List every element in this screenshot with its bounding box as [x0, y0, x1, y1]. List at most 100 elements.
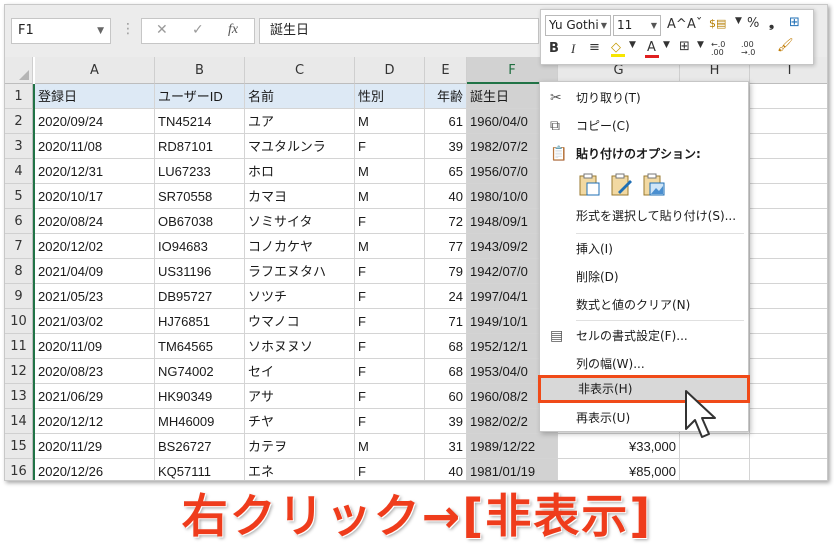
- row-header[interactable]: 7: [5, 234, 33, 259]
- row-header[interactable]: 1: [5, 84, 33, 109]
- currency-format-icon[interactable]: $▤: [709, 17, 726, 30]
- table-cell[interactable]: NG74002: [155, 359, 245, 384]
- header-cell[interactable]: 名前: [245, 84, 355, 109]
- format-painter-icon[interactable]: 🖌: [777, 38, 794, 53]
- table-cell[interactable]: [750, 259, 827, 284]
- table-cell[interactable]: [750, 384, 827, 409]
- menu-item-copy[interactable]: ⧉ コピー(C): [540, 112, 748, 140]
- menu-item-insert[interactable]: 挿入(I): [540, 235, 748, 263]
- row-header[interactable]: 2: [5, 109, 33, 134]
- table-cell[interactable]: MH46009: [155, 409, 245, 434]
- table-cell[interactable]: 65: [425, 159, 467, 184]
- table-cell[interactable]: 40: [425, 459, 467, 480]
- table-cell[interactable]: OB67038: [155, 209, 245, 234]
- table-cell[interactable]: [750, 159, 827, 184]
- row-header[interactable]: 12: [5, 359, 33, 384]
- table-cell[interactable]: F: [355, 284, 425, 309]
- table-cell[interactable]: [750, 409, 827, 434]
- table-cell[interactable]: [750, 109, 827, 134]
- table-cell[interactable]: セイ: [245, 359, 355, 384]
- chevron-down-icon[interactable]: ▼: [97, 19, 104, 43]
- percent-icon[interactable]: %: [747, 16, 759, 31]
- table-cell[interactable]: F: [355, 384, 425, 409]
- insert-function-icon[interactable]: fx: [228, 22, 238, 38]
- table-cell[interactable]: F: [355, 459, 425, 480]
- table-cell[interactable]: エネ: [245, 459, 355, 480]
- row-header[interactable]: 13: [5, 384, 33, 409]
- table-cell[interactable]: [750, 434, 827, 459]
- merge-center-icon[interactable]: ⊞: [789, 15, 800, 30]
- table-cell[interactable]: SR70558: [155, 184, 245, 209]
- table-cell[interactable]: F: [355, 409, 425, 434]
- row-header[interactable]: 6: [5, 209, 33, 234]
- increase-decimal-icon[interactable]: ←.0 .00: [711, 41, 739, 57]
- select-all-button[interactable]: [5, 57, 33, 84]
- menu-item-clear[interactable]: 数式と値のクリア(N): [540, 291, 748, 319]
- table-cell[interactable]: 68: [425, 334, 467, 359]
- chevron-down-icon[interactable]: ▼: [735, 16, 742, 26]
- table-cell[interactable]: M: [355, 109, 425, 134]
- table-cell[interactable]: [750, 309, 827, 334]
- chevron-down-icon[interactable]: ▼: [663, 40, 670, 50]
- column-header-c[interactable]: C: [245, 57, 355, 84]
- table-cell[interactable]: F: [355, 359, 425, 384]
- table-cell[interactable]: ラフエヌタハ: [245, 259, 355, 284]
- chevron-down-icon[interactable]: ▼: [629, 40, 636, 50]
- table-cell[interactable]: 2020/08/24: [35, 209, 155, 234]
- shrink-font-icon[interactable]: Aˇ: [687, 17, 702, 32]
- table-cell[interactable]: 24: [425, 284, 467, 309]
- column-header-e[interactable]: E: [425, 57, 467, 84]
- table-cell[interactable]: 2021/05/23: [35, 284, 155, 309]
- chevron-down-icon[interactable]: ▼: [697, 40, 704, 50]
- table-cell[interactable]: コノカケヤ: [245, 234, 355, 259]
- table-cell[interactable]: カテヲ: [245, 434, 355, 459]
- font-name-select[interactable]: Yu Gothi ▼: [545, 15, 611, 36]
- table-cell[interactable]: チヤ: [245, 409, 355, 434]
- table-cell[interactable]: [750, 209, 827, 234]
- header-cell[interactable]: 年齢: [425, 84, 467, 109]
- table-cell[interactable]: アサ: [245, 384, 355, 409]
- table-cell[interactable]: 2020/12/12: [35, 409, 155, 434]
- borders-icon[interactable]: ⊞: [679, 39, 690, 54]
- table-cell[interactable]: F: [355, 259, 425, 284]
- row-header[interactable]: 10: [5, 309, 33, 334]
- table-cell[interactable]: BS26727: [155, 434, 245, 459]
- menu-item-column-width[interactable]: 列の幅(W)...: [540, 350, 748, 378]
- table-cell[interactable]: TN45214: [155, 109, 245, 134]
- table-cell[interactable]: 2020/12/02: [35, 234, 155, 259]
- menu-item-delete[interactable]: 削除(D): [540, 263, 748, 291]
- table-cell[interactable]: [750, 84, 827, 109]
- table-cell[interactable]: [680, 459, 750, 480]
- table-cell[interactable]: ユア: [245, 109, 355, 134]
- table-cell[interactable]: F: [355, 209, 425, 234]
- table-cell[interactable]: ホロ: [245, 159, 355, 184]
- header-cell[interactable]: 性別: [355, 84, 425, 109]
- column-header-b[interactable]: B: [155, 57, 245, 84]
- table-cell[interactable]: 72: [425, 209, 467, 234]
- table-cell[interactable]: KQ57111: [155, 459, 245, 480]
- row-header[interactable]: 4: [5, 159, 33, 184]
- header-cell[interactable]: 登録日: [35, 84, 155, 109]
- table-cell[interactable]: 2020/11/09: [35, 334, 155, 359]
- table-cell[interactable]: 68: [425, 359, 467, 384]
- row-header[interactable]: 11: [5, 334, 33, 359]
- table-cell[interactable]: [750, 284, 827, 309]
- table-cell[interactable]: 61: [425, 109, 467, 134]
- table-cell[interactable]: [750, 459, 827, 480]
- table-cell[interactable]: 79: [425, 259, 467, 284]
- table-cell[interactable]: HJ76851: [155, 309, 245, 334]
- row-header[interactable]: 5: [5, 184, 33, 209]
- table-cell[interactable]: DB95727: [155, 284, 245, 309]
- table-cell[interactable]: 2021/04/09: [35, 259, 155, 284]
- table-cell[interactable]: ソツチ: [245, 284, 355, 309]
- decrease-decimal-icon[interactable]: .00 →.0: [741, 41, 769, 57]
- table-cell[interactable]: M: [355, 434, 425, 459]
- table-cell[interactable]: M: [355, 159, 425, 184]
- table-cell[interactable]: ソミサイタ: [245, 209, 355, 234]
- cancel-icon[interactable]: ✕: [156, 22, 168, 38]
- menu-item-format-cells[interactable]: ▤ セルの書式設定(F)...: [540, 322, 748, 350]
- fill-color-icon[interactable]: ◇: [611, 40, 621, 55]
- table-cell[interactable]: 2020/08/23: [35, 359, 155, 384]
- paste-icon[interactable]: [576, 172, 602, 198]
- table-cell[interactable]: [750, 334, 827, 359]
